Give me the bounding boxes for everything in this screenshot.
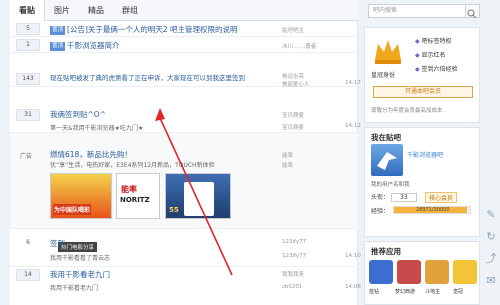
last-reply-time: 14:08: [345, 284, 361, 290]
thread-author[interactable]: 123ify77: [282, 239, 306, 245]
recommended-apps-heading: 推荐应用: [371, 247, 401, 256]
diamond-icon: ◆: [415, 52, 420, 59]
member-badge[interactable]: 核心会员: [425, 192, 458, 203]
crown-icon: [375, 40, 401, 64]
exp-value: 28971/30000: [416, 207, 450, 213]
last-reply-author[interactable]: zb0201: [282, 284, 302, 290]
sidebar: 皇冠身份 ◆ 吧标签特权 ◆ 显示红名 ◆ 签到六倍经验 开通本吧会员 尊敬分为…: [364, 21, 480, 305]
thread-author[interactable]: 冰川.......勇者: [282, 42, 316, 50]
perk-redname: ◆ 显示红名: [415, 52, 446, 59]
brand-logo: 能率: [121, 185, 137, 194]
app-crown[interactable]: [453, 260, 477, 284]
chat-icon[interactable]: ✉: [482, 271, 500, 289]
ad-author[interactable]: 能率: [282, 151, 293, 159]
list-item: 143 现在贴吧被发了典的虎第看了正在申诉，大家现在可以到我这里签到 杨远水亮 …: [10, 53, 361, 88]
sticky-badge: 置顶: [50, 41, 66, 51]
reply-count: 14: [16, 269, 40, 281]
last-reply-time: 14:10: [345, 253, 361, 259]
my-bar-heading: 我在贴吧: [371, 133, 401, 142]
app-label: 皇冠: [453, 289, 464, 295]
thread-author[interactable]: 贴吧吧主: [282, 26, 304, 34]
tab-groups[interactable]: 群组: [113, 0, 147, 21]
tab-posts[interactable]: 看贴: [10, 0, 45, 21]
bar-name[interactable]: 千影浏览器吧: [407, 150, 443, 159]
last-reply-author[interactable]: 123ify77: [282, 253, 306, 259]
reply-count: 143: [16, 73, 40, 85]
thread-title[interactable]: 置顶 千影浏览器简介: [50, 40, 120, 51]
thread-title[interactable]: 现在贴吧被发了典的虎第看了正在申诉，大家现在可以到我这里签到: [50, 72, 245, 82]
thread-title[interactable]: 我俩签到贴^O^: [50, 109, 106, 120]
tab-featured[interactable]: 精品: [79, 0, 113, 21]
ad-image[interactable]: 能率 NORITZ: [116, 173, 160, 219]
sticky-badge: 置顶: [50, 25, 66, 35]
reply-count: 5: [16, 23, 40, 35]
tab-bar: 看贴 图片 精品 群组: [10, 0, 358, 21]
last-reply-author[interactable]: 宝贝爬麦: [282, 123, 304, 131]
water-heater-graphic: [184, 182, 214, 216]
app-blue-diamond[interactable]: [369, 260, 393, 284]
level-row: 头衔： 33: [371, 192, 417, 202]
bar-avatar[interactable]: [371, 144, 403, 176]
perk-note: 尊敬分为年度会员最高加成本: [371, 108, 443, 114]
thread-author[interactable]: 宝贝爬麦: [282, 111, 304, 119]
reply-count: 6: [26, 239, 30, 246]
diamond-icon: ◆: [415, 66, 420, 73]
open-membership-button[interactable]: 开通本吧会员: [373, 86, 473, 98]
perk-badge: ◆ 吧标签特权: [415, 38, 452, 45]
page: 看贴 图片 精品 群组 吧内搜索 5 置顶 [公告]关于最俩一个人的明天2 吧主管…: [0, 0, 500, 305]
app-label: 蓝钻: [369, 289, 380, 295]
diamond-icon: ◆: [415, 38, 420, 45]
app-fantasy[interactable]: [397, 260, 421, 284]
reply-count: 1: [16, 39, 40, 51]
ad-last-reply[interactable]: 能率: [282, 161, 293, 169]
user-name: 我的用户名和我: [371, 182, 410, 188]
share-icon[interactable]: ⤴: [482, 249, 500, 267]
list-item: 1 置顶 千影浏览器简介 冰川.......勇者: [10, 37, 358, 53]
tab-images[interactable]: 图片: [45, 0, 79, 21]
search-input[interactable]: 吧内搜索: [368, 4, 466, 18]
ad-image[interactable]: 55: [165, 173, 231, 219]
search-button[interactable]: [466, 4, 480, 19]
recommended-apps-card: 推荐应用 蓝钻 梦幻西游 斗地主 皇冠: [364, 241, 480, 305]
thread-abstract: 我用千影看看了青云志: [50, 255, 111, 262]
brand-logo-en: NORITZ: [120, 196, 150, 204]
thread-author[interactable]: 我我我来: [282, 270, 304, 278]
search-icon: [467, 9, 477, 19]
ad-image-caption: 55: [169, 206, 179, 214]
perk-exp: ◆ 签到六倍经验: [415, 66, 458, 73]
thread-abstract: 第一天&我用千影浏览器★吃九门★: [50, 125, 144, 132]
app-label: 梦幻西游: [395, 289, 416, 295]
thread-title[interactable]: 签到: [50, 238, 65, 249]
ad-abstract: 优“享”生活，电热好家，E3E4系列12月新品，TOUCH新体验: [50, 162, 215, 169]
ad-title[interactable]: 燃情618，新品比先购！: [50, 149, 132, 160]
last-reply-time: 14:12: [345, 123, 361, 129]
exp-label: 经验：: [371, 208, 390, 215]
ad-label: 广告: [20, 153, 33, 160]
thread-author[interactable]: 杨远水亮: [282, 72, 304, 80]
thread-title[interactable]: 置顶 [公告]关于最俩一个人的明天2 吧主管理权限的说明: [50, 24, 238, 35]
list-item: 14 我用千影看老九门 我用千影看老九门 我我我来 zb0201 14:08: [10, 267, 361, 305]
edit-icon[interactable]: ✎: [482, 205, 500, 223]
refresh-icon[interactable]: ↻: [482, 227, 500, 245]
thread-list: 5 置顶 [公告]关于最俩一个人的明天2 吧主管理权限的说明 贴吧吧主 1 置顶千…: [10, 21, 361, 305]
floating-toolbar: ✎ ↻ ⤴ ✉: [482, 205, 500, 305]
exp-bar: 28971/30000: [393, 206, 471, 214]
thread-abstract: 我用千影看老九门: [50, 285, 99, 292]
app-landlord[interactable]: [425, 260, 449, 284]
thread-title[interactable]: 我用千影看老九门: [50, 269, 110, 280]
reply-count: 31: [16, 109, 40, 121]
identity-label: 皇冠身份: [371, 72, 396, 79]
my-bar-card: 我在贴吧 千影浏览器吧 我的用户名和我 头衔： 33 核心会员 经验： 28971…: [364, 127, 480, 237]
app-label: 斗地主: [425, 289, 441, 295]
list-item: 5 置顶 [公告]关于最俩一个人的明天2 吧主管理权限的说明 贴吧吧主: [10, 21, 358, 37]
member-card: 皇冠身份 ◆ 吧标签特权 ◆ 显示红名 ◆ 签到六倍经验 开通本吧会员 尊敬分为…: [364, 27, 480, 123]
last-reply-time: 14:17: [345, 80, 361, 86]
ad-image[interactable]: 为中国队喝彩: [50, 173, 112, 219]
ad-image-caption: 为中国队喝彩: [53, 204, 92, 215]
list-item: 31 我俩签到贴^O^ 第一天&我用千影浏览器★吃九门★ 宝贝爬麦 宝贝爬麦 1…: [10, 87, 361, 133]
bird-icon: [377, 152, 397, 170]
list-item: 6 签到 我用千影看看了青云志 123ify77 123ify77 14:10: [10, 229, 361, 267]
ad-item: 广告 燃情618，新品比先购！ 优“享”生活，电热好家，E3E4系列12月新品，…: [10, 133, 358, 229]
